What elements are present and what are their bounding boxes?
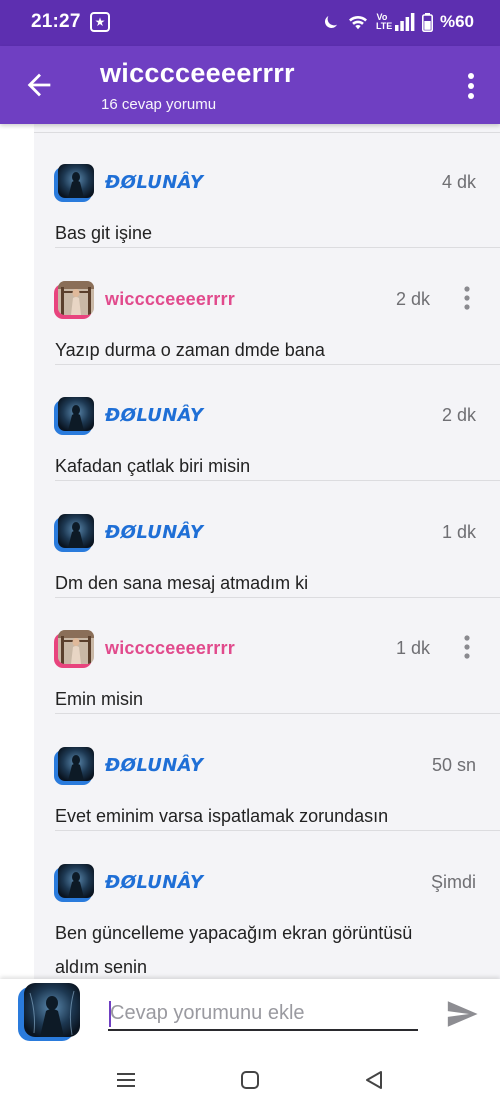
triangle-back-icon[interactable]	[360, 1067, 388, 1093]
divider	[55, 364, 500, 365]
battery-icon	[421, 12, 433, 32]
comment-item[interactable]: ĐØLUNÂY 1 dk Dm den sana mesaj atmadım ki	[34, 514, 500, 598]
comment-time: 2 dk	[395, 289, 430, 309]
avatar[interactable]	[54, 630, 96, 668]
avatar[interactable]	[54, 164, 96, 202]
divider	[55, 830, 500, 831]
reply-comment-input[interactable]	[108, 997, 418, 1031]
reply-count: 16 cevap yorumu	[101, 96, 217, 113]
comment-more-icon[interactable]	[462, 634, 472, 660]
page-title: wicccceeeerrrr	[100, 58, 295, 88]
comment-item[interactable]: ĐØLUNÂY Şimdi Ben güncelleme yapacağım ekr…	[34, 864, 500, 977]
comment-author[interactable]: ĐØLUNÂY	[105, 172, 203, 193]
comment-author[interactable]: wicccceeeerrrr	[105, 289, 235, 310]
app-bar: wicccceeeerrrr 16 cevap yorumu	[0, 46, 500, 124]
my-avatar	[18, 983, 80, 1041]
status-bar: 21:27 ★ Vo LTE %60	[0, 0, 500, 46]
comment-text: Bas git işine	[55, 223, 153, 243]
avatar[interactable]	[54, 747, 96, 785]
comment-list[interactable]: ĐØLUNÂY 4 dk Bas git işine wicccceeeerrrr 2 …	[0, 124, 500, 979]
system-nav-bar	[0, 1051, 500, 1111]
comment-time: 4 dk	[441, 172, 476, 192]
menu-lines-icon[interactable]	[112, 1067, 140, 1093]
comment-item[interactable]: wicccceeeerrrr 2 dk Yazıp durma o zaman dm…	[34, 281, 500, 365]
comment-time: 2 dk	[441, 405, 476, 425]
notification-icon: ★	[90, 12, 110, 32]
comment-item[interactable]: ĐØLUNÂY 50 sn Evet eminim varsa ispatlamak…	[34, 747, 500, 831]
avatar[interactable]	[54, 397, 96, 435]
comment-text: Yazıp durma o zaman dmde bana	[55, 340, 325, 360]
battery-percent: %60	[439, 12, 474, 31]
comment-author[interactable]: ĐØLUNÂY	[105, 755, 203, 776]
avatar[interactable]	[54, 281, 96, 319]
comment-item[interactable]: ĐØLUNÂY 4 dk Bas git işine	[34, 164, 500, 248]
send-icon[interactable]	[444, 997, 480, 1031]
status-icons: Vo LTE %60	[322, 9, 474, 35]
moon-icon	[324, 16, 337, 28]
volte-indicator: Vo LTE	[375, 12, 393, 31]
signal-icon	[394, 13, 415, 31]
divider	[55, 247, 500, 248]
comment-author[interactable]: ĐØLUNÂY	[105, 872, 203, 893]
comment-text: Kafadan çatlak biri misin	[55, 456, 251, 476]
comment-author[interactable]: ĐØLUNÂY	[105, 405, 203, 426]
divider	[55, 480, 500, 481]
divider	[34, 132, 500, 133]
comment-time: Şimdi	[430, 872, 476, 892]
comment-time: 1 dk	[395, 638, 430, 658]
comment-text: Evet eminim varsa ispatlamak zorundasın	[55, 806, 389, 826]
comment-text: Ben güncelleme yapacağım ekran görüntüsü…	[55, 923, 413, 977]
comment-time: 1 dk	[441, 522, 476, 542]
compose-bar	[0, 979, 500, 1051]
divider	[55, 597, 500, 598]
wifi-icon	[348, 15, 367, 30]
comment-author[interactable]: wicccceeeerrrr	[105, 638, 235, 659]
comment-more-icon[interactable]	[462, 285, 472, 311]
divider	[55, 713, 500, 714]
back-arrow-icon[interactable]	[22, 68, 56, 102]
comment-time: 50 sn	[431, 755, 476, 775]
comment-item[interactable]: wicccceeeerrrr 1 dk Emin misin	[34, 630, 500, 714]
avatar[interactable]	[54, 864, 96, 902]
status-time: 21:27	[31, 11, 81, 32]
text-caret	[109, 1001, 111, 1027]
comment-text: Dm den sana mesaj atmadım ki	[55, 573, 309, 593]
square-icon[interactable]	[236, 1067, 264, 1093]
comment-text: Emin misin	[55, 689, 144, 709]
more-vertical-icon[interactable]	[464, 70, 478, 102]
avatar[interactable]	[54, 514, 96, 552]
comment-author[interactable]: ĐØLUNÂY	[105, 522, 203, 543]
comment-item[interactable]: ĐØLUNÂY 2 dk Kafadan çatlak biri misin	[34, 397, 500, 481]
